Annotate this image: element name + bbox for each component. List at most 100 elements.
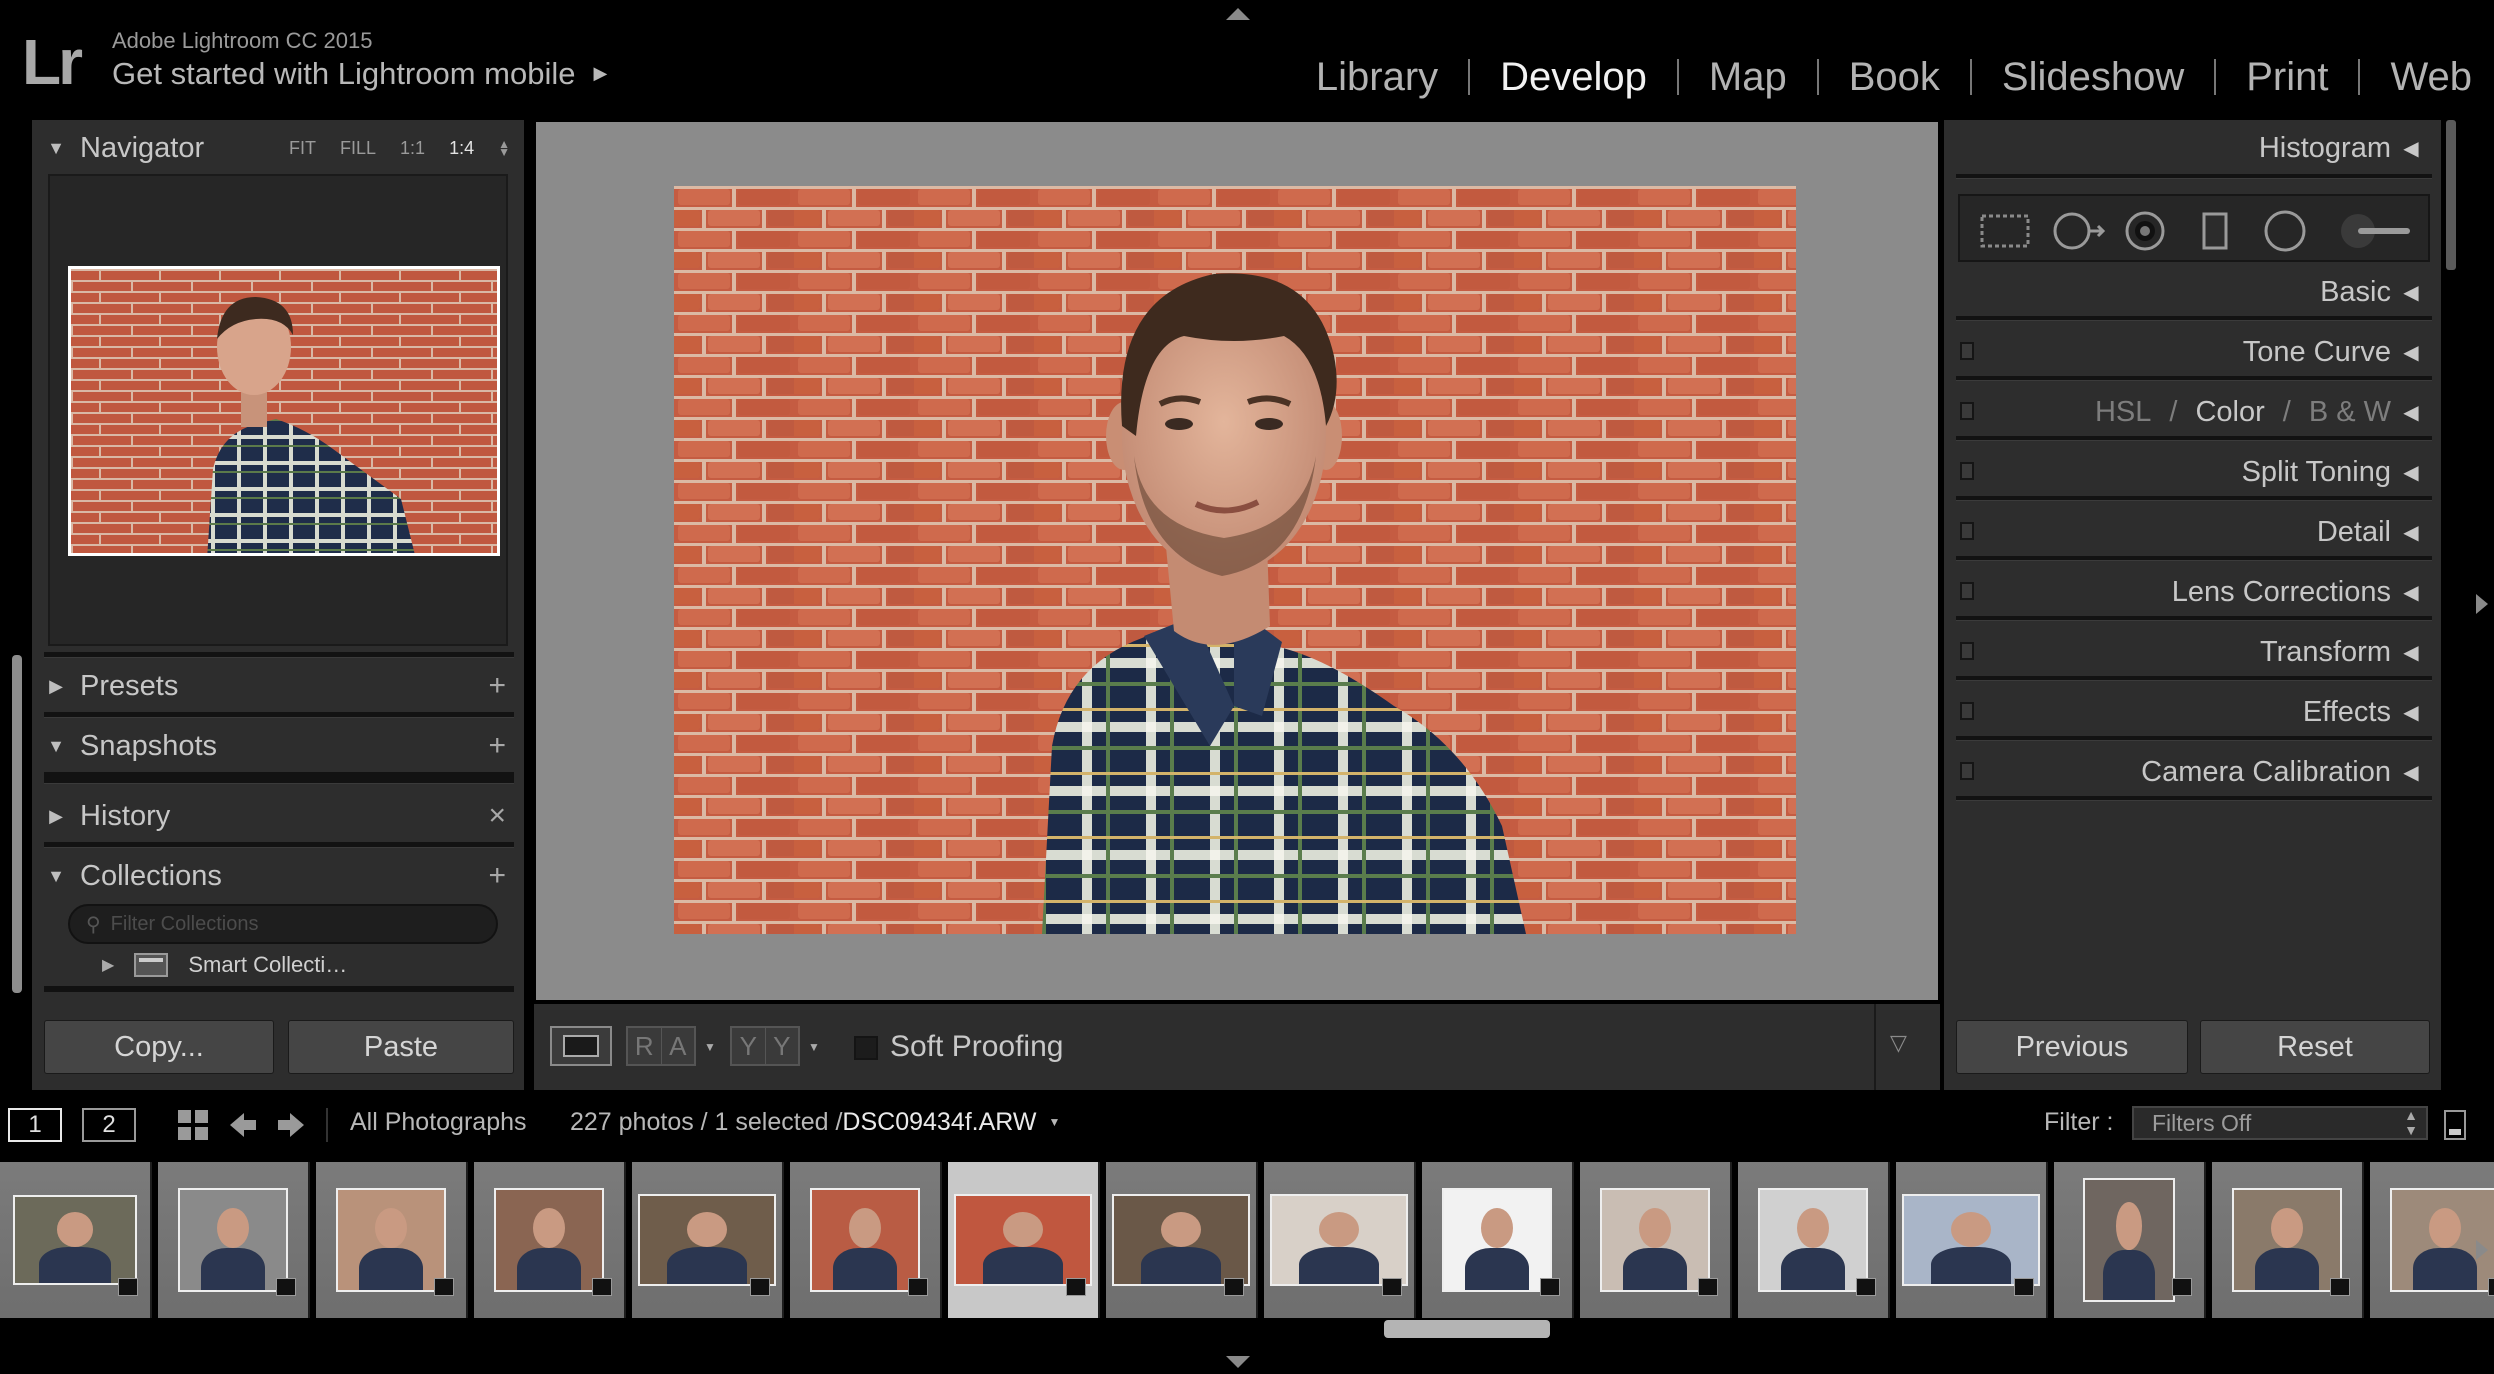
navigator-header[interactable]: ▼ Navigator FIT FILL 1:1 1:4 ▲ ▼ — [32, 120, 524, 176]
develop-settings-badge-icon[interactable] — [908, 1278, 928, 1296]
folder-expand-icon[interactable]: ▶ — [102, 955, 114, 975]
filmstrip-cell[interactable] — [1106, 1162, 1258, 1318]
graduated-filter-icon[interactable] — [2202, 212, 2228, 250]
filmstrip-thumbnail[interactable] — [2083, 1178, 2175, 1302]
module-slideshow[interactable]: Slideshow — [1972, 50, 2214, 104]
presets-header[interactable]: ▶ Presets + — [32, 658, 524, 714]
previous-button[interactable]: Previous — [1956, 1020, 2188, 1074]
add-collection-icon[interactable]: + — [488, 859, 506, 893]
develop-settings-badge-icon[interactable] — [276, 1278, 296, 1296]
develop-settings-badge-icon[interactable] — [2330, 1278, 2350, 1296]
before-after-left-right-button[interactable]: R A — [626, 1026, 696, 1066]
collapse-bottom-panel-icon[interactable] — [1226, 1356, 1250, 1368]
secondary-window-button[interactable]: 2 — [82, 1108, 136, 1142]
forward-arrow-icon[interactable] — [276, 1110, 306, 1140]
develop-settings-badge-icon[interactable] — [2488, 1278, 2494, 1296]
filmstrip-thumbnail[interactable] — [178, 1188, 288, 1292]
before-after-top-bottom-button[interactable]: Y Y — [730, 1026, 800, 1066]
paste-settings-button[interactable]: Paste — [288, 1020, 514, 1074]
filmstrip[interactable] — [0, 1158, 2494, 1326]
filmstrip-cell[interactable] — [1896, 1162, 2048, 1318]
loupe-view-icon[interactable] — [550, 1026, 612, 1066]
module-develop[interactable]: Develop — [1470, 50, 1677, 104]
filmstrip-cell[interactable] — [1738, 1162, 1890, 1318]
primary-window-button[interactable]: 1 — [8, 1108, 62, 1142]
soft-proofing-checkbox[interactable] — [854, 1036, 878, 1060]
camera-calibration-header[interactable]: Camera Calibration ◀ — [1944, 744, 2441, 800]
filename-dropdown-icon[interactable]: ▼ — [1049, 1115, 1061, 1129]
dropdown-arrow-icon[interactable]: ▼ — [808, 1040, 820, 1080]
panel-toggle-switch[interactable] — [1960, 642, 1974, 660]
develop-settings-badge-icon[interactable] — [1066, 1278, 1086, 1296]
filter-collections-field[interactable]: ⚲ Filter Collections — [68, 904, 498, 944]
panel-toggle-switch[interactable] — [1960, 342, 1974, 360]
basic-header[interactable]: Basic ◀ — [1944, 264, 2441, 320]
filmstrip-cell[interactable] — [474, 1162, 626, 1318]
panel-toggle-switch[interactable] — [1960, 762, 1974, 780]
filmstrip-thumbnail[interactable] — [1600, 1188, 1710, 1292]
toolbar-content-menu-icon[interactable]: ▽ — [1890, 1030, 1907, 1056]
reset-button[interactable]: Reset — [2200, 1020, 2430, 1074]
develop-settings-badge-icon[interactable] — [2172, 1278, 2192, 1296]
collapse-top-panel-icon[interactable] — [1226, 8, 1250, 20]
panel-toggle-switch[interactable] — [1960, 522, 1974, 540]
mobile-link-label[interactable]: Get started with Lightroom mobile — [112, 56, 576, 91]
filmstrip-scrollbar[interactable] — [1384, 1320, 1550, 1338]
collections-header[interactable]: ▼ Collections + — [32, 848, 524, 904]
module-web[interactable]: Web — [2360, 50, 2472, 104]
develop-settings-badge-icon[interactable] — [592, 1278, 612, 1296]
filter-collections-placeholder[interactable]: Filter Collections — [111, 913, 259, 936]
filmstrip-cell[interactable] — [158, 1162, 310, 1318]
module-print[interactable]: Print — [2216, 50, 2358, 104]
filmstrip-cell[interactable] — [316, 1162, 468, 1318]
module-book[interactable]: Book — [1819, 50, 1970, 104]
clear-history-icon[interactable]: × — [488, 799, 506, 833]
module-map[interactable]: Map — [1679, 50, 1817, 104]
split-toning-header[interactable]: Split Toning ◀ — [1944, 444, 2441, 500]
develop-settings-badge-icon[interactable] — [434, 1278, 454, 1296]
filmstrip-cell[interactable] — [1580, 1162, 1732, 1318]
develop-settings-badge-icon[interactable] — [1698, 1278, 1718, 1296]
histogram-header[interactable]: Histogram ◀ — [1944, 120, 2441, 176]
filmstrip-source-label[interactable]: All Photographs — [350, 1108, 527, 1137]
filmstrip-thumbnail[interactable] — [1442, 1188, 1552, 1292]
collection-label[interactable]: Smart Collecti… — [188, 952, 347, 978]
develop-settings-badge-icon[interactable] — [1856, 1278, 1876, 1296]
filmstrip-thumbnail[interactable] — [494, 1188, 604, 1292]
filmstrip-thumbnail[interactable] — [1902, 1194, 2040, 1286]
panel-toggle-switch[interactable] — [1960, 702, 1974, 720]
collection-item[interactable]: ▶ Smart Collecti… — [72, 940, 347, 990]
detail-header[interactable]: Detail ◀ — [1944, 504, 2441, 560]
filter-dropdown[interactable]: Filters Off ▲ ▼ — [2132, 1106, 2428, 1140]
filmstrip-thumbnail[interactable] — [13, 1195, 137, 1285]
zoom-fill[interactable]: FILL — [340, 138, 376, 159]
filmstrip-thumbnail[interactable] — [954, 1194, 1092, 1286]
filter-lock-icon[interactable] — [2444, 1110, 2466, 1140]
effects-header[interactable]: Effects ◀ — [1944, 684, 2441, 740]
panel-toggle-switch[interactable] — [1960, 462, 1974, 480]
filmstrip-cell[interactable] — [632, 1162, 784, 1318]
spot-removal-icon[interactable] — [2053, 212, 2106, 250]
filmstrip-thumbnail[interactable] — [1112, 1194, 1250, 1286]
crop-overlay-icon[interactable] — [1980, 214, 2030, 248]
collapse-right-panel-icon[interactable] — [2476, 594, 2488, 614]
adjustment-brush-icon[interactable] — [2341, 214, 2410, 248]
panel-toggle-switch[interactable] — [1960, 402, 1974, 420]
filmstrip-thumbnail[interactable] — [336, 1188, 446, 1292]
add-snapshot-icon[interactable]: + — [488, 729, 506, 763]
lightroom-mobile-link[interactable]: Get started with Lightroom mobile ▶ — [112, 56, 607, 92]
zoom-stepper-icon[interactable]: ▲ ▼ — [498, 138, 510, 158]
red-eye-icon[interactable] — [2125, 211, 2165, 251]
back-arrow-icon[interactable] — [228, 1110, 258, 1140]
filmstrip-cell[interactable] — [0, 1162, 152, 1318]
navigator-preview[interactable] — [68, 266, 500, 556]
hsl-tab[interactable]: HSL — [2095, 396, 2151, 429]
left-panel-scrollbar[interactable] — [12, 655, 22, 993]
develop-settings-badge-icon[interactable] — [1540, 1278, 1560, 1296]
filmstrip-cell[interactable] — [790, 1162, 942, 1318]
develop-settings-badge-icon[interactable] — [2014, 1278, 2034, 1296]
tone-curve-header[interactable]: Tone Curve ◀ — [1944, 324, 2441, 380]
grid-view-icon[interactable] — [178, 1110, 208, 1140]
dropdown-arrow-icon[interactable]: ▼ — [704, 1040, 716, 1080]
history-header[interactable]: ▶ History × — [32, 788, 524, 844]
